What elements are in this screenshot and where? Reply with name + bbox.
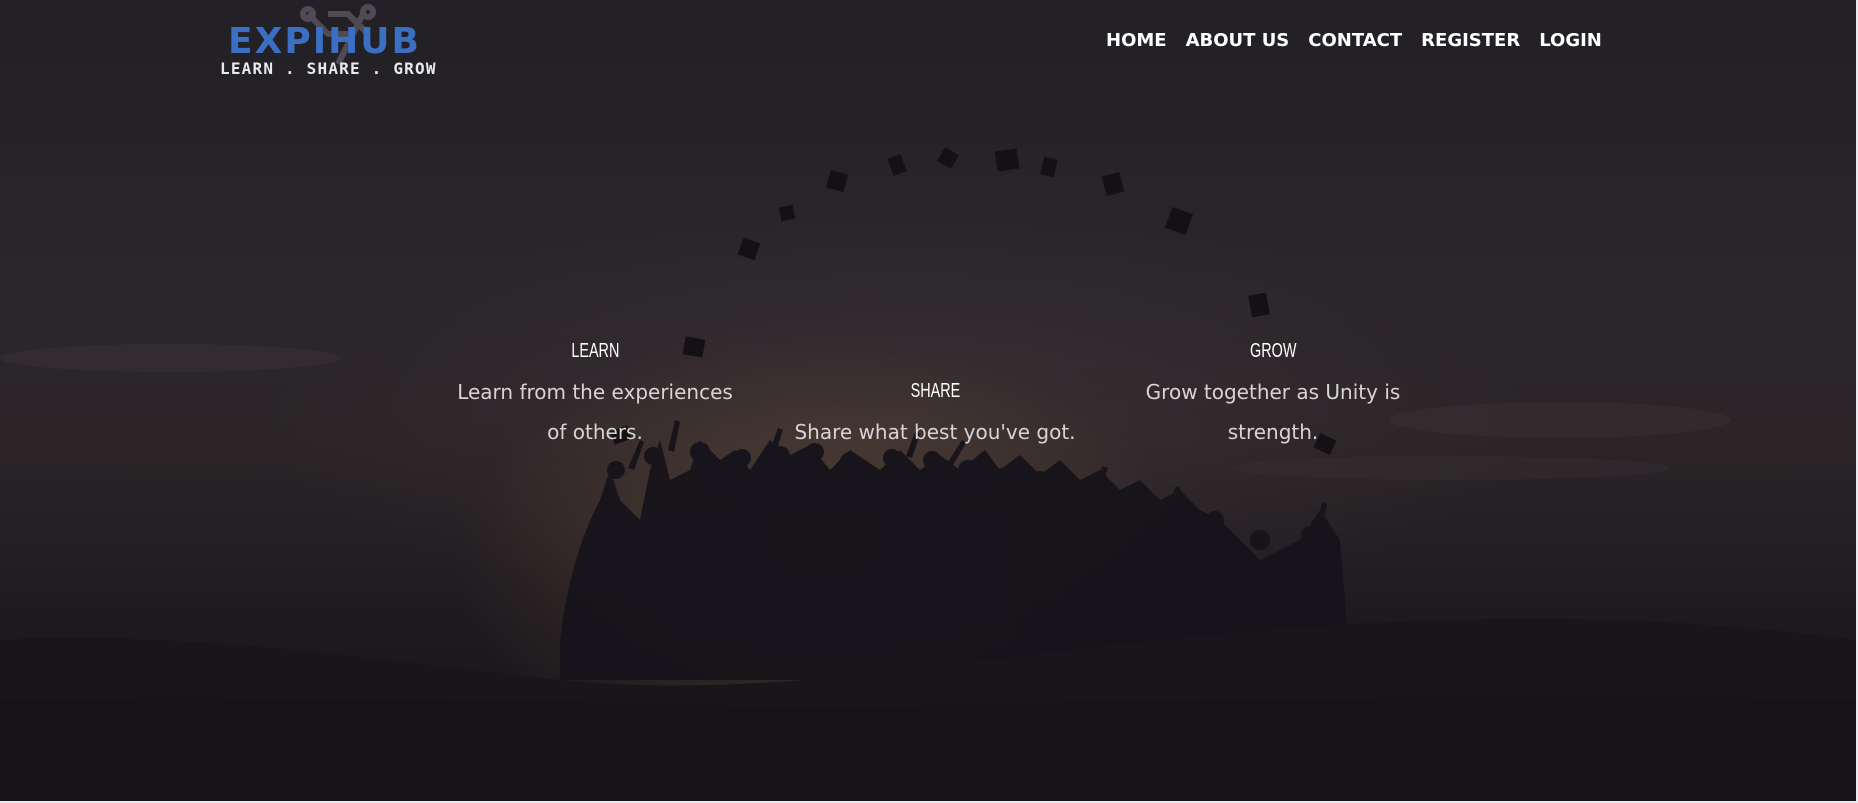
feature-learn-text: Learn from the experiences of others. <box>457 380 733 444</box>
main-nav: HOME ABOUT US CONTACT REGISTER LOGIN <box>1106 30 1621 51</box>
feature-share-title: SHARE <box>910 380 960 402</box>
feature-learn: LEARN Learn from the experiences of othe… <box>450 340 740 452</box>
feature-share: SHARE Share what best you've got. <box>790 380 1080 452</box>
logo-tagline: LEARN . SHARE . GROW <box>220 59 437 78</box>
nav-home-link[interactable]: HOME <box>1106 30 1167 51</box>
hero-section: EXPIHUB LEARN . SHARE . GROW HOME ABOUT … <box>0 0 1858 803</box>
feature-grow-text: Grow together as Unity is strength. <box>1145 380 1401 444</box>
feature-share-text: Share what best you've got. <box>794 420 1076 444</box>
logo[interactable]: EXPIHUB LEARN . SHARE . GROW <box>218 4 438 82</box>
nav-about-us-link[interactable]: ABOUT US <box>1186 30 1290 51</box>
logo-wordmark: EXPIHUB <box>228 21 421 62</box>
feature-grow: GROW Grow together as Unity is strength. <box>1128 340 1418 452</box>
nav-login-link[interactable]: LOGIN <box>1539 30 1602 51</box>
feature-grow-title: GROW <box>1249 340 1297 362</box>
nav-contact-link[interactable]: CONTACT <box>1308 30 1402 51</box>
feature-learn-title: LEARN <box>570 340 620 362</box>
nav-register-link[interactable]: REGISTER <box>1421 30 1520 51</box>
